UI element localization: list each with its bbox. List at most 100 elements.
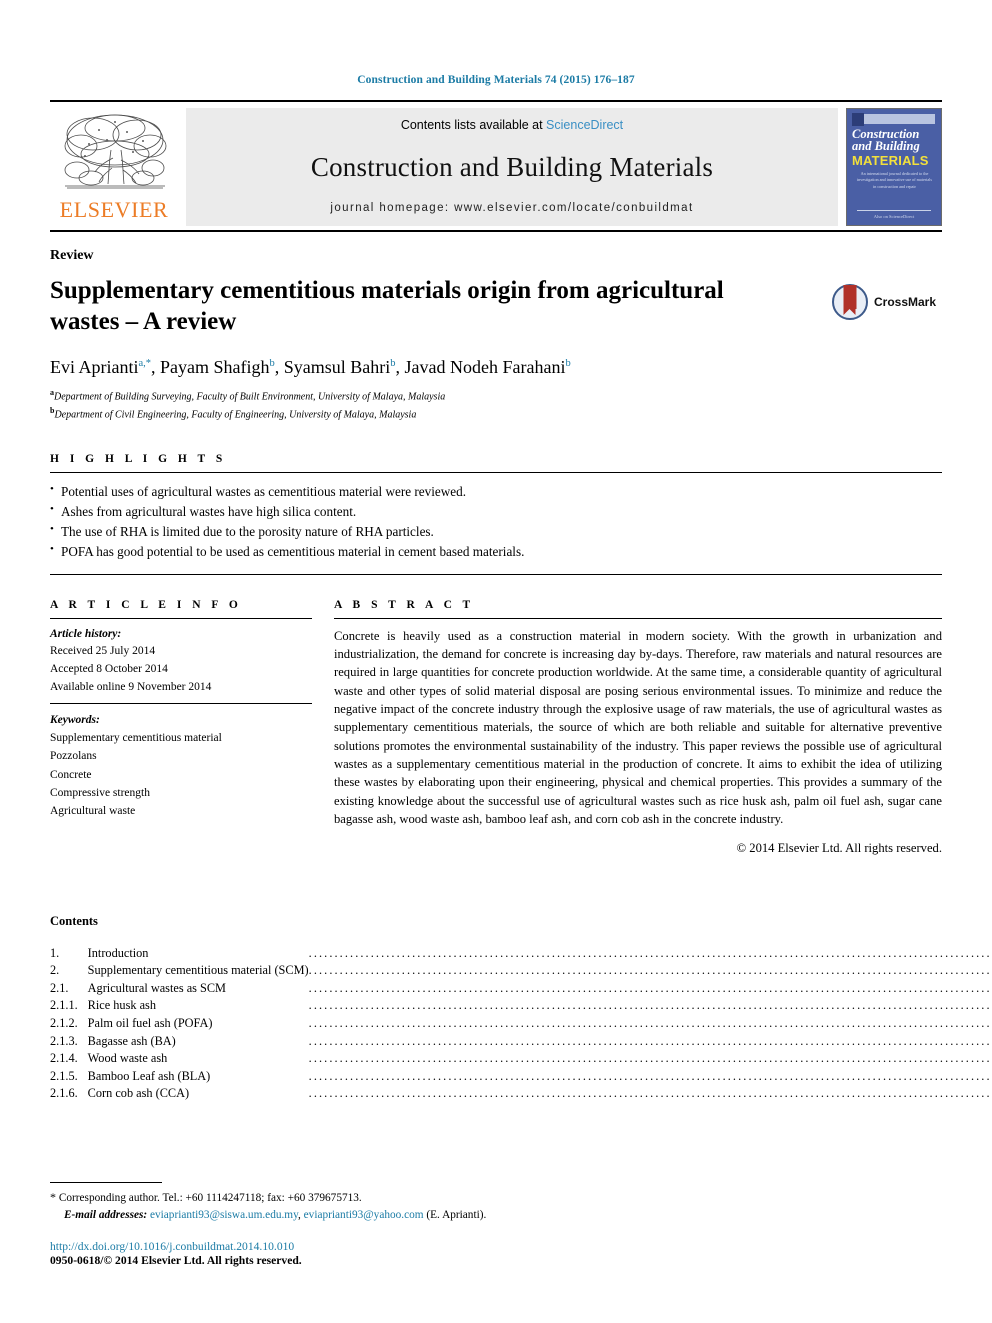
issn-copyright: 0950-0618/© 2014 Elsevier Ltd. All right… (50, 1254, 302, 1267)
contents-row[interactable]: 2.1.5. Bamboo Leaf ash (BLA).............… (50, 1067, 992, 1085)
contents-number: 2.1.1. (50, 998, 78, 1013)
keyword-item: Agricultural waste (50, 804, 136, 817)
page-title: Supplementary cementitious materials ori… (50, 277, 724, 335)
contents-row[interactable]: 2.1. Agricultural wastes as SCM..........… (50, 979, 992, 997)
sciencedirect-link[interactable]: ScienceDirect (546, 118, 623, 132)
journal-cover-thumbnail: Construction and Building MATERIALS An i… (846, 108, 942, 226)
contents-row[interactable]: 2.1.1. Rice husk ash.....................… (50, 997, 992, 1015)
crossmark-badge[interactable]: CrossMark (832, 284, 942, 320)
footnote-section: * Corresponding author. Tel.: +60 111424… (50, 1182, 942, 1267)
journal-masthead: ELSEVIER Contents lists available at Sci… (50, 100, 942, 226)
contents-row[interactable]: 1. Introduction..........................… (50, 944, 992, 962)
author-affiliation-mark: a,* (138, 357, 152, 369)
contents-row[interactable]: 2.1.6. Corn cob ash (CCA)................… (50, 1085, 992, 1103)
affiliation-mark: a (50, 387, 54, 397)
author-affiliation-mark: b (269, 357, 275, 369)
contents-label[interactable]: Palm oil fuel ash (POFA) (78, 1015, 309, 1033)
abstract-heading: A B S T R A C T (334, 598, 475, 611)
info-abstract-row: A R T I C L E I N F O Article history: R… (50, 599, 942, 856)
cover-top-bar (853, 114, 935, 124)
email-label: E-mail addresses: (64, 1209, 148, 1222)
contents-number: 2.1.2. (50, 1015, 78, 1030)
cover-title-line3: MATERIALS (852, 153, 929, 168)
highlights-rule (50, 471, 942, 473)
contents-leader-dots: ........................................… (308, 963, 992, 978)
running-head: Construction and Building Materials 74 (… (357, 74, 635, 86)
affiliation-list: aDepartment of Building Surveying, Facul… (50, 387, 942, 423)
journal-band: Contents lists available at ScienceDirec… (186, 108, 838, 226)
cover-elsevier-mark-icon (852, 113, 864, 126)
contents-label[interactable]: Supplementary cementitious material (SCM… (78, 962, 309, 980)
masthead-bottom-rule (50, 230, 942, 232)
contents-number: 2.1.3. (50, 1033, 78, 1048)
highlight-item: The use of RHA is limited due to the por… (50, 521, 942, 542)
email-link-2[interactable]: eviaprianti93@yahoo.com (304, 1209, 424, 1221)
contents-label[interactable]: Bamboo Leaf ash (BLA) (78, 1067, 309, 1085)
crossmark-icon (832, 284, 868, 320)
email-link-1[interactable]: eviaprianti93@siswa.um.edu.my (150, 1209, 298, 1221)
abstract-column: A B S T R A C T Concrete is heavily used… (334, 599, 942, 856)
title-column: Supplementary cementitious materials ori… (50, 264, 832, 338)
contents-table: 1. Introduction..........................… (50, 944, 992, 1102)
article-info-column: A R T I C L E I N F O Article history: R… (50, 599, 312, 856)
keywords-rule (50, 703, 312, 705)
contents-leader-dots: ........................................… (308, 1033, 992, 1048)
keyword-item: Concrete (50, 768, 92, 781)
contents-row[interactable]: 2.1.3. Bagasse ash (BA)..................… (50, 1032, 992, 1050)
affiliation-mark: b (50, 405, 55, 415)
asterisk-icon: * (50, 1190, 56, 1205)
author-name: Evi Aprianti (50, 356, 139, 377)
contents-row[interactable]: 2.1.2. Palm oil fuel ash (POFA)..........… (50, 1015, 992, 1033)
article-history-item: Available online 9 November 2014 (50, 680, 212, 693)
contents-leader-dots: ........................................… (308, 1015, 992, 1030)
highlights-heading: H I G H L I G H T S (50, 452, 227, 465)
author-affiliation-mark: b (565, 357, 571, 369)
contents-available-line: Contents lists available at ScienceDirec… (401, 118, 623, 132)
contents-leader-dots: ........................................… (308, 980, 992, 995)
article-info-rule (50, 617, 312, 619)
contents-number: 2.1. (50, 980, 69, 995)
contents-label[interactable]: Wood waste ash (78, 1050, 309, 1068)
article-history-label: Article history: (50, 627, 122, 640)
doi-link[interactable]: http://dx.doi.org/10.1016/j.conbuildmat.… (50, 1240, 942, 1253)
elsevier-tree-icon (64, 114, 167, 189)
contents-label[interactable]: Introduction (78, 944, 309, 962)
keywords-label: Keywords: (50, 714, 100, 727)
keyword-item: Pozzolans (50, 750, 97, 763)
contents-heading: Contents (50, 914, 98, 929)
footnote-rule (50, 1182, 162, 1184)
contents-leader-dots: ........................................… (308, 1086, 992, 1101)
author-name: Javad Nodeh Farahani (404, 356, 566, 377)
doi-block: http://dx.doi.org/10.1016/j.conbuildmat.… (50, 1240, 942, 1267)
contents-number: 2.1.4. (50, 1051, 78, 1066)
contents-row[interactable]: 2. Supplementary cementitious material (S… (50, 962, 992, 980)
abstract-copyright: © 2014 Elsevier Ltd. All rights reserved… (736, 841, 942, 856)
contents-row[interactable]: 2.1.4. Wood waste ash....................… (50, 1050, 992, 1068)
abstract-rule (334, 617, 942, 619)
contents-label[interactable]: Rice husk ash (78, 997, 309, 1015)
contents-number: 2.1.6. (50, 1086, 78, 1101)
affiliation-line: bDepartment of Civil Engineering, Facult… (50, 405, 417, 421)
cover-divider (857, 210, 931, 211)
contents-label[interactable]: Bagasse ash (BA) (78, 1032, 309, 1050)
keyword-item: Compressive strength (50, 786, 150, 799)
email-note: E-mail addresses: eviaprianti93@siswa.um… (50, 1207, 942, 1224)
author-name: Payam Shafigh (160, 356, 270, 377)
contents-leader-dots: ........................................… (308, 998, 992, 1013)
contents-number: 2. (50, 963, 60, 978)
article-history-item: Accepted 8 October 2014 (50, 662, 168, 675)
author-affiliation-mark: b (390, 357, 396, 369)
crossmark-label: CrossMark (874, 295, 937, 309)
contents-prefix: Contents lists available at (400, 118, 547, 132)
contents-leader-dots: ........................................… (308, 1051, 992, 1066)
elsevier-logo: ELSEVIER (50, 108, 178, 226)
highlight-item: Potential uses of agricultural wastes as… (50, 481, 942, 502)
contents-label[interactable]: Corn cob ash (CCA) (78, 1085, 309, 1103)
contents-label[interactable]: Agricultural wastes as SCM (78, 979, 309, 997)
contents-leader-dots: ........................................… (308, 1068, 992, 1083)
affiliation-line: aDepartment of Building Surveying, Facul… (50, 387, 446, 403)
author-name: Syamsul Bahri (283, 356, 391, 377)
contents-number: 2.1.5. (50, 1068, 78, 1083)
keywords-items: Supplementary cementitious material Pozzo… (50, 729, 312, 820)
journal-homepage-line[interactable]: journal homepage: www.elsevier.com/locat… (330, 202, 693, 214)
